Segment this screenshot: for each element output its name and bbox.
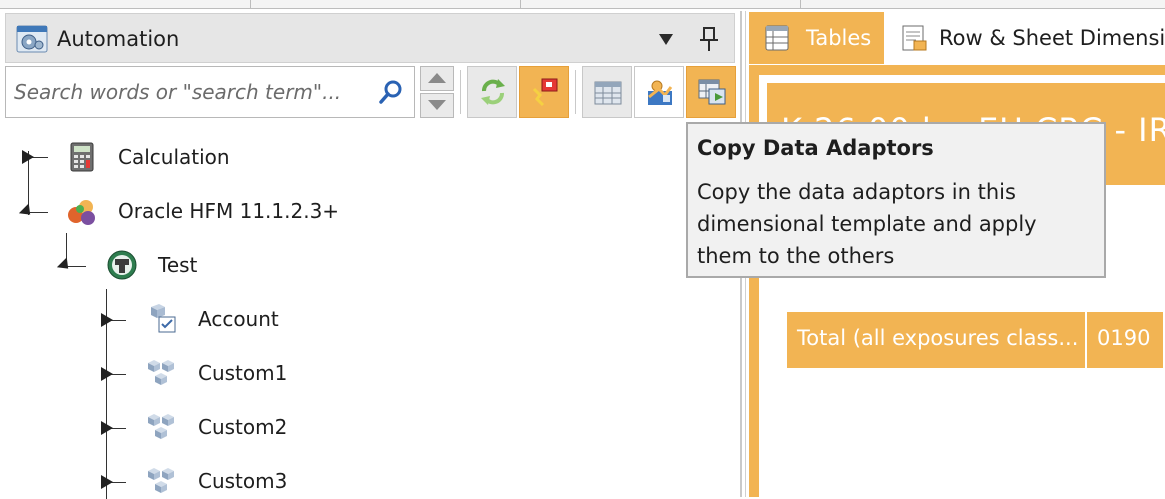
tab-label: Row & Sheet Dimensions [939,26,1165,50]
strip-divider [520,0,521,8]
panel-title: Automation [57,27,180,51]
toolbar [5,66,738,120]
search-input[interactable] [10,73,370,111]
mapping-button[interactable] [634,66,684,118]
toolbar-separator [575,70,576,114]
expand-arrow-icon[interactable] [101,421,113,435]
pin-icon[interactable] [699,26,719,52]
tooltip-copy-data-adaptors: Copy Data Adaptors Copy the data adaptor… [686,122,1106,278]
tooltip-title: Copy Data Adaptors [697,136,934,160]
tree-item-label: Test [158,253,198,277]
copy-data-adaptors-icon [698,79,726,105]
search-icon[interactable] [378,79,404,105]
search-box [5,66,415,118]
refresh-icon [481,79,505,105]
tree-item-label: Custom1 [198,361,288,385]
mapping-icon [648,80,673,105]
automation-panel: Automation Search words or "search term"… [0,11,742,499]
tooltip-description: Copy the data adaptors in this dimension… [697,180,1037,268]
expand-arrow-icon[interactable] [101,367,113,381]
dimension-cubes-icon [148,360,174,385]
application-icon [107,250,137,280]
tree-item-label: Account [198,307,279,331]
tree-item-label: Oracle HFM 11.1.2.3+ [118,199,340,223]
tab-tables[interactable]: Tables [749,12,884,64]
tree-item-label: Custom2 [198,415,288,439]
refresh-button[interactable] [467,66,517,118]
collapse-arrow-icon[interactable] [18,203,36,220]
chevron-down-icon [428,100,446,110]
next-result-button[interactable] [420,93,454,118]
tree-item-label: Calculation [118,145,230,169]
automation-tree: Calculation Oracle HFM 11.1.2.3+ Test Ac… [0,129,738,499]
row-label-cell[interactable]: Total (all exposures class... [787,312,1085,368]
tab-label: Tables [806,26,872,50]
table-grid-icon [594,81,622,105]
chevron-down-icon[interactable] [657,30,675,48]
dimension-cubes-icon [148,468,174,493]
dimensions-sheet-icon [902,25,927,51]
panel-header: Automation [5,13,735,63]
chevron-up-icon [428,73,446,83]
strip-divider [800,0,801,8]
strip-divider [250,0,251,8]
dimension-cubes-icon [148,414,174,439]
tree-item-label: Custom3 [198,469,288,493]
expand-arrow-icon[interactable] [101,313,113,327]
top-strip [0,0,1165,9]
expand-arrow-icon[interactable] [101,475,113,489]
table-layout-button[interactable] [582,66,632,118]
copy-data-adaptors-button[interactable] [686,66,736,118]
oracle-hfm-icon [68,200,95,225]
validation-flag-button[interactable] [519,66,569,118]
table-icon [765,25,789,51]
tab-row-sheet-dimensions[interactable]: Row & Sheet Dimensions [886,12,1165,64]
row-code-cell[interactable]: 0190 [1087,312,1163,368]
collapse-arrow-icon[interactable] [56,257,74,274]
account-dimension-icon [151,304,176,333]
automation-icon [16,25,48,53]
expand-arrow-icon[interactable] [22,150,34,164]
search-navigation [420,66,454,118]
toolbar-separator [460,70,461,114]
previous-result-button[interactable] [420,66,454,91]
calculator-icon [70,142,94,172]
table-row[interactable]: Total (all exposures class... 0190 [787,312,1165,368]
flag-alert-icon [532,78,558,107]
